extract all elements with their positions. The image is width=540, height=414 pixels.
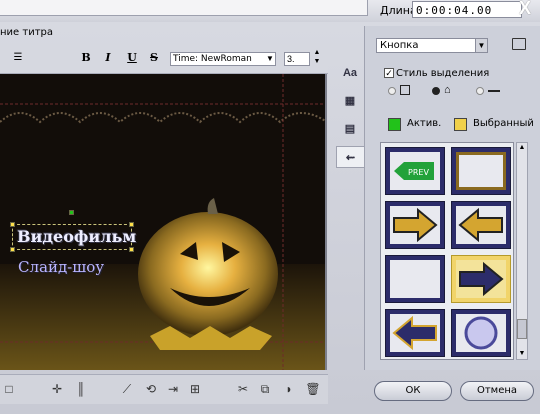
gallery-item-arrow-left[interactable] <box>451 201 511 249</box>
halloween-scene <box>0 74 325 370</box>
move-icon[interactable]: ✛ <box>48 380 66 398</box>
resize-handle[interactable] <box>129 247 134 252</box>
ok-button[interactable]: ОК <box>374 381 452 401</box>
gallery-item-arrow-right-selected[interactable] <box>451 255 511 303</box>
arrow-right-icon <box>393 207 438 243</box>
selected-color-swatch[interactable] <box>454 118 467 131</box>
underline-button[interactable]: U <box>124 50 140 66</box>
justify-icon[interactable]: ⇥ <box>164 380 182 398</box>
side-tabs: Aa ▦ ▤ ⇜ <box>336 62 364 172</box>
shear-icon[interactable]: ⟋ <box>118 380 136 398</box>
scroll-thumb[interactable] <box>517 319 527 339</box>
close-icon[interactable]: X <box>514 0 536 18</box>
active-color-swatch[interactable] <box>388 118 401 131</box>
gallery-scrollbar[interactable]: ▲ ▼ <box>516 142 528 360</box>
radio-underline[interactable] <box>476 87 484 95</box>
resize-handle[interactable] <box>10 247 15 252</box>
scroll-up-icon[interactable]: ▲ <box>517 143 527 153</box>
chevron-down-icon[interactable]: ▼ <box>264 52 276 66</box>
rotate-handle[interactable] <box>69 210 74 215</box>
shape-icon: ⌂ <box>444 84 451 96</box>
resize-handle[interactable] <box>129 222 134 227</box>
chevron-down-icon[interactable]: ▼ <box>475 39 487 52</box>
tab-buttons[interactable]: ⇜ <box>336 146 364 168</box>
gallery-item-arrow-right[interactable] <box>385 201 445 249</box>
size-spinner[interactable]: ▲ ▼ <box>312 48 322 68</box>
scroll-down-icon[interactable]: ▼ <box>517 349 527 359</box>
prev-label: PREV <box>408 168 429 177</box>
preview-canvas[interactable] <box>0 74 327 370</box>
justify-icon[interactable]: ☰ <box>10 50 26 66</box>
tab-image[interactable]: ▤ <box>336 118 364 140</box>
canvas-title-text[interactable]: Видеофильм <box>12 224 136 250</box>
bold-button[interactable]: B <box>78 50 94 66</box>
arrow-left-icon <box>458 207 503 243</box>
gallery-item-frame[interactable] <box>451 147 511 195</box>
gallery-item-prev[interactable]: PREV <box>385 147 445 195</box>
canvas-subtitle-text[interactable]: Слайд-шоу <box>18 258 104 276</box>
font-select[interactable]: Time: NewRoman <box>170 52 276 66</box>
duration-field[interactable]: 0:00:04.00 <box>412 1 522 18</box>
gallery-item-blank[interactable] <box>385 255 445 303</box>
cancel-button[interactable]: Отмена <box>460 381 534 401</box>
grid-icon[interactable]: ⊞ <box>186 380 204 398</box>
copy-icon[interactable]: ⧉ <box>256 380 274 398</box>
active-label: Актив. <box>407 118 442 129</box>
delete-icon[interactable]: 🗑 <box>304 380 322 398</box>
tab-text-style[interactable]: Aa <box>336 62 364 84</box>
text-toolbar: ☰ B I U S <box>0 44 328 74</box>
paste-icon[interactable]: ◗ <box>280 380 298 398</box>
prev-arrow-icon: PREV <box>394 162 434 180</box>
selection-style-options: ⌂ <box>388 84 518 99</box>
circle-icon <box>464 316 498 350</box>
gallery-item-arrow-left-blue[interactable] <box>385 309 445 357</box>
radio-shape[interactable] <box>432 87 440 95</box>
resize-handle[interactable] <box>10 222 15 227</box>
rotate-icon[interactable]: ⟲ <box>142 380 160 398</box>
canvas-toolbar: □ ✛ ║ ⟋ ⟲ ⇥ ⊞ ✂ ⧉ ◗ 🗑 <box>0 374 328 404</box>
title-name-field[interactable] <box>0 0 368 16</box>
align-icon[interactable]: ║ <box>72 380 90 398</box>
cut-icon[interactable]: ✂ <box>234 380 252 398</box>
window-subtitle: ние титра <box>0 27 53 38</box>
size-select[interactable]: 3. <box>284 52 310 66</box>
gallery-item-circle[interactable] <box>451 309 511 357</box>
tab-background[interactable]: ▦ <box>336 90 364 112</box>
selection-style-label: Стиль выделения <box>396 68 490 79</box>
arrow-right-icon <box>459 261 504 297</box>
title-editor-window: Длина 0:00:04.00 X ние титра ☰ B I U S T… <box>0 0 540 414</box>
selected-label: Выбранный <box>473 118 534 129</box>
underline-icon <box>488 90 500 92</box>
folder-icon[interactable] <box>512 38 526 50</box>
radio-none[interactable] <box>388 87 396 95</box>
square-icon[interactable]: □ <box>0 380 18 398</box>
italic-button[interactable]: I <box>100 50 116 66</box>
button-gallery: PREV <box>380 142 514 360</box>
strike-button[interactable]: S <box>146 50 162 66</box>
selection-style-checkbox[interactable]: ✓ <box>384 68 394 78</box>
arrow-left-icon <box>392 315 437 351</box>
frame-icon <box>400 85 410 95</box>
button-type-select[interactable]: Кнопка <box>376 38 488 53</box>
